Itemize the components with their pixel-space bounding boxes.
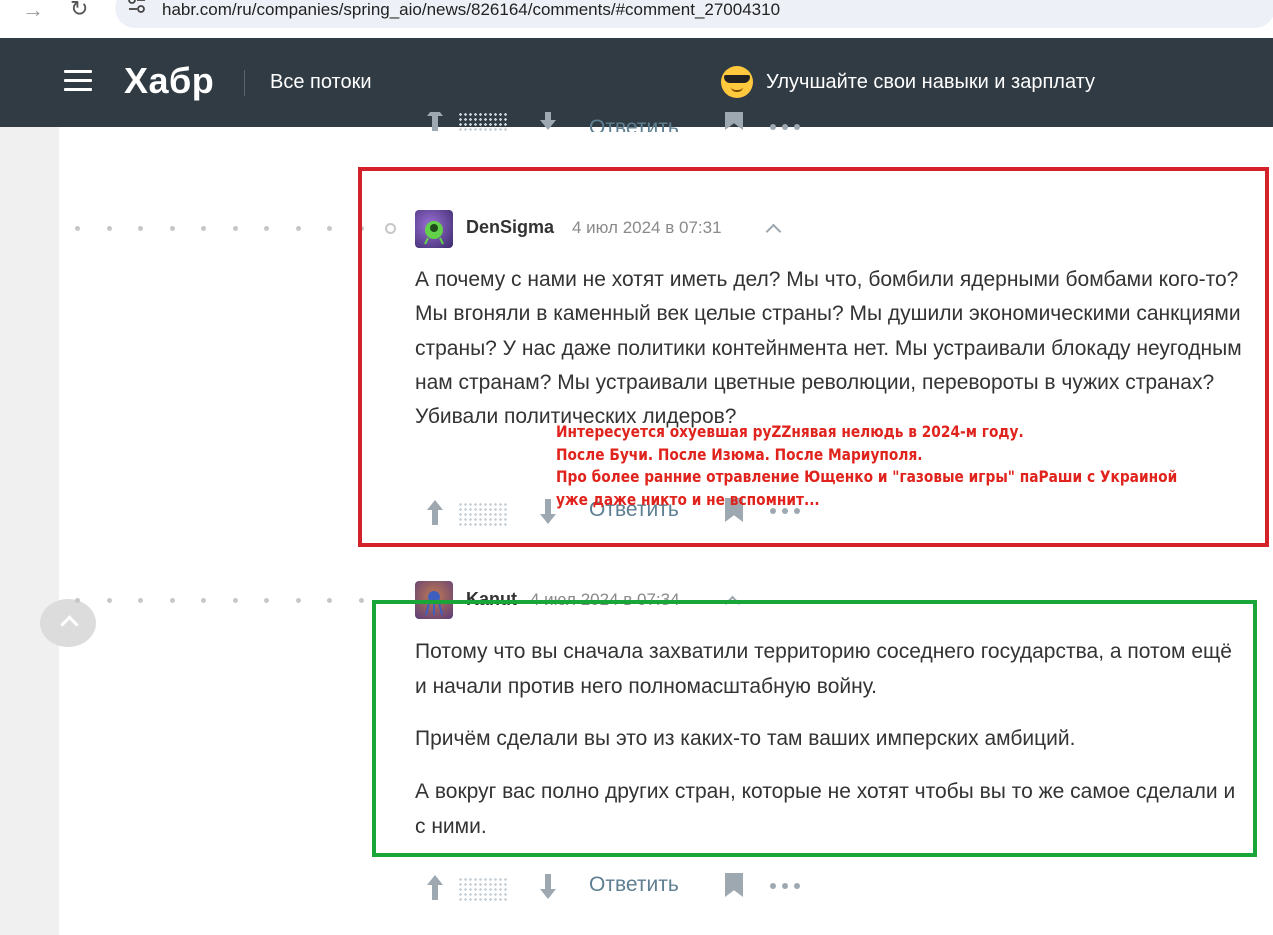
reload-icon[interactable]: ↻ (70, 0, 88, 20)
annotation-line: Интересуется охуевшая руZZнявая нелюдь в… (556, 422, 1024, 441)
answer-highlight-box (372, 600, 1257, 857)
menu-icon[interactable] (64, 70, 92, 92)
downvote-icon[interactable] (538, 112, 558, 132)
comment-actions: Ответить (425, 112, 825, 132)
header-divider (244, 70, 245, 96)
more-icon[interactable] (770, 883, 802, 889)
annotation-text: Интересуется охуевшая руZZнявая нелюдь в… (556, 421, 1177, 511)
bookmark-icon[interactable] (725, 112, 743, 130)
comment-actions: Ответить (425, 873, 825, 909)
sunglasses-emoji-icon (721, 66, 753, 98)
downvote-icon[interactable] (538, 873, 558, 901)
site-info-icon[interactable] (127, 0, 147, 19)
annotation-line: Про более ранние отравление Ющенко и "га… (556, 467, 1178, 486)
promo-link[interactable]: Улучшайте свои навыки и зарплату (766, 71, 1095, 94)
reply-button[interactable]: Ответить (589, 873, 679, 897)
scroll-up-button[interactable] (40, 599, 96, 647)
url-text[interactable]: habr.com/ru/companies/spring_aio/news/82… (162, 0, 780, 20)
browser-toolbar: → ↻ habr.com/ru/companies/spring_aio/new… (0, 0, 1273, 38)
all-streams-link[interactable]: Все потоки (270, 71, 372, 94)
site-logo[interactable]: Хабр (124, 60, 214, 102)
annotation-line: уже даже никто и не вспомнит... (556, 489, 820, 509)
upvote-icon[interactable] (425, 873, 445, 901)
score-hidden (458, 877, 508, 901)
forward-arrow-icon[interactable]: → (22, 0, 44, 21)
reply-button[interactable]: Ответить (589, 116, 679, 132)
annotation-line: После Бучи. После Изюма. После Мариуполя… (556, 444, 923, 464)
score-hidden (458, 112, 508, 132)
upvote-icon[interactable] (425, 112, 445, 132)
more-icon[interactable] (770, 124, 802, 130)
bookmark-icon[interactable] (725, 873, 743, 897)
